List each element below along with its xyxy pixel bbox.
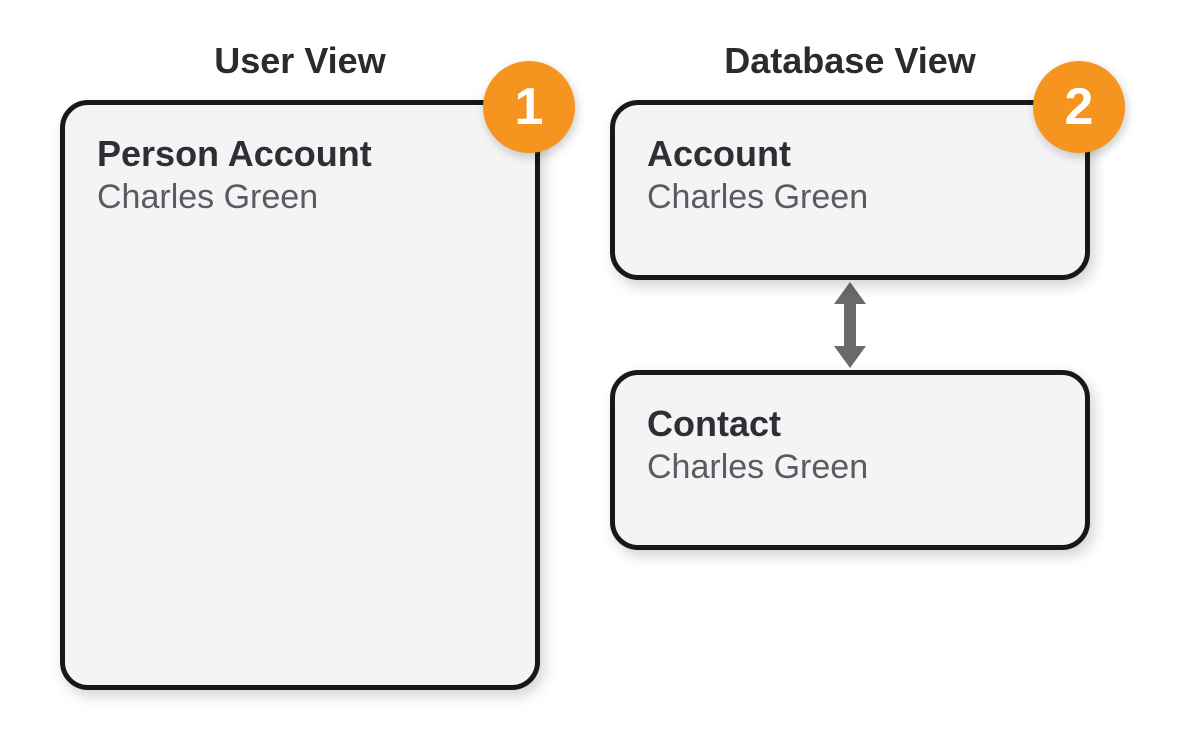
badge-two: 2 bbox=[1033, 61, 1125, 153]
person-account-label: Person Account bbox=[97, 133, 503, 174]
contact-value: Charles Green bbox=[647, 446, 1053, 489]
account-value: Charles Green bbox=[647, 176, 1053, 219]
database-view-column: Database View 2 Account Charles Green Co… bbox=[610, 40, 1090, 550]
user-view-column: User View 1 Person Account Charles Green bbox=[60, 40, 540, 690]
contact-card: Contact Charles Green bbox=[610, 370, 1090, 550]
person-account-card: 1 Person Account Charles Green bbox=[60, 100, 540, 690]
person-account-value: Charles Green bbox=[97, 176, 503, 219]
user-view-title: User View bbox=[214, 40, 385, 82]
database-view-title: Database View bbox=[724, 40, 975, 82]
contact-label: Contact bbox=[647, 403, 1053, 444]
bidirectional-arrow-icon bbox=[610, 280, 1090, 370]
diagram-container: User View 1 Person Account Charles Green… bbox=[0, 0, 1179, 730]
account-label: Account bbox=[647, 133, 1053, 174]
account-card: 2 Account Charles Green bbox=[610, 100, 1090, 280]
badge-one: 1 bbox=[483, 61, 575, 153]
